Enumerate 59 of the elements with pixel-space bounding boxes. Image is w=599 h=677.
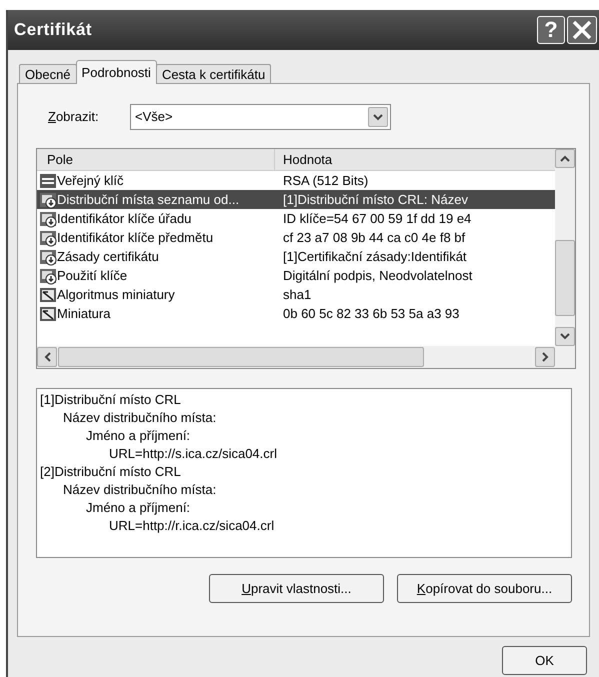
table-row[interactable]: Použití klíče Digitální podpis, Neodvolatelnost (37, 266, 555, 285)
field-name: Miniatura (57, 304, 110, 323)
field-value: RSA (512 Bits) (282, 172, 368, 190)
action-button[interactable]: Kopírovat do souboru... (397, 574, 572, 603)
field-name: Distribuční místa seznamu od... (57, 190, 240, 209)
action-button[interactable]: Upravit vlastnosti... (209, 574, 384, 603)
field-value: Digitální podpis, Neodvolatelnost (282, 266, 472, 285)
field-name: Algoritmus miniatury (57, 286, 175, 304)
field-name: Veřejný klíč (57, 172, 124, 190)
certificate-pen-icon (39, 286, 57, 304)
detail-line: [1]Distribuční místo CRL (40, 391, 182, 409)
field-name: Použití klíče (57, 266, 128, 285)
table-row[interactable]: Distribuční místa seznamu od... [1]Distribuční místo CRL: Název (37, 190, 555, 209)
detail-line: Jméno a příjmení: (85, 427, 192, 445)
field-value: [1]Distribuční místo CRL: Název (282, 190, 468, 209)
scroll-thumb[interactable] (58, 347, 424, 367)
scroll-left-button[interactable] (37, 347, 57, 367)
detail-line: URL=http://s.ica.cz/sica04.crl (108, 445, 278, 463)
field-value: ID klíče=54 67 00 59 1f dd 19 e4 (282, 210, 472, 228)
window-title: Certifikát (14, 19, 93, 42)
detail-line: URL=http://r.ica.cz/sica04.crl (108, 517, 276, 535)
detail-line: Název distribučního místa: (62, 409, 218, 427)
table-row[interactable]: Identifikátor klíče předmětu cf 23 a7 08 9b 44 ca c0 4e f8 bf (37, 228, 555, 247)
table-row[interactable]: Identifikátor klíče úřadu ID klíče=54 67 00 59 1f dd 19 e4 (37, 209, 555, 228)
table-row[interactable]: Miniatura 0b 60 5c 82 33 6b 53 5a a3 93 (37, 304, 555, 323)
dropdown-value: <Vše> (135, 108, 174, 126)
tab[interactable]: Cesta k certifikátu (156, 64, 272, 84)
table-row[interactable]: Algoritmus miniatury sha1 (37, 285, 555, 304)
field-name: Identifikátor klíče úřadu (57, 210, 192, 228)
key-bar-icon (39, 172, 57, 190)
details-box[interactable] (36, 388, 572, 558)
tab[interactable]: Podrobnosti (76, 60, 157, 84)
vertical-scrollbar[interactable] (555, 149, 575, 346)
horizontal-scrollbar[interactable] (37, 346, 575, 368)
close-icon (572, 20, 592, 40)
field-value: sha1 (282, 286, 312, 304)
field-value: [1]Certifikační zásady:Identifikát (282, 248, 467, 266)
column-header[interactable]: Hodnota (275, 149, 555, 170)
scroll-right-button[interactable] (535, 347, 555, 367)
scroll-down-button[interactable] (555, 327, 575, 346)
scroll-thumb[interactable] (555, 240, 575, 316)
field-value: cf 23 a7 08 9b 44 ca c0 4e f8 bf (282, 228, 466, 247)
certificate-pen-icon (39, 304, 57, 322)
detail-line: Jméno a příjmení: (85, 499, 192, 517)
column-header[interactable]: Pole (37, 149, 275, 170)
scroll-up-button[interactable] (555, 149, 575, 168)
field-name: Identifikátor klíče předmětu (57, 228, 214, 247)
close-button[interactable] (567, 16, 597, 44)
detail-line: Název distribučního místa: (62, 481, 218, 499)
field-value: 0b 60 5c 82 33 6b 53 5a a3 93 (282, 304, 460, 323)
table-row[interactable]: Zásady certifikátu [1]Certifikační zásady:Identifikát (37, 247, 555, 266)
filter-label: Zobrazit: (47, 108, 100, 126)
table-row[interactable]: Veřejný klíč RSA (512 Bits) (37, 171, 555, 190)
help-button[interactable]: ? (537, 16, 565, 44)
field-name: Zásady certifikátu (57, 248, 159, 266)
tab[interactable]: Obecné (19, 64, 77, 84)
show-dropdown[interactable]: <Vše> (130, 104, 391, 130)
detail-line: [2]Distribuční místo CRL (40, 463, 182, 481)
ok-button[interactable]: OK (502, 646, 587, 675)
